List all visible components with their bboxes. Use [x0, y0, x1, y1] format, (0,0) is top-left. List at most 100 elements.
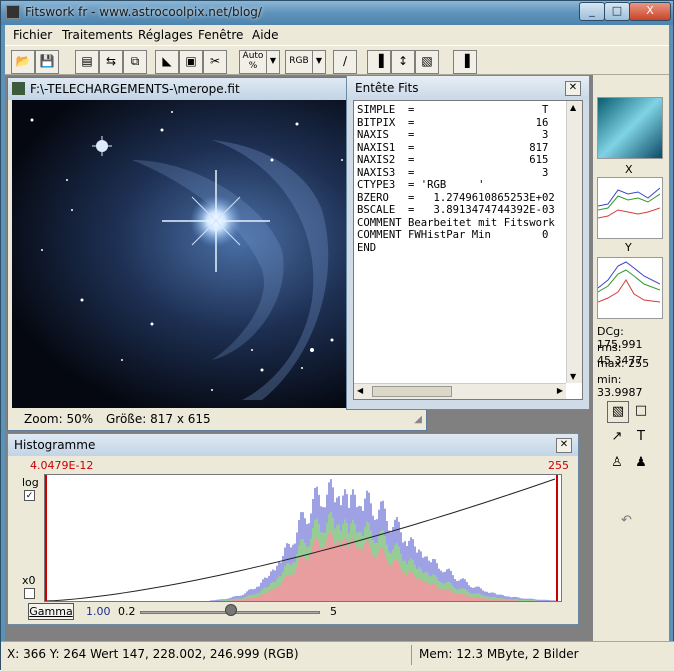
vertical-scrollbar[interactable]: ▲ ▼: [566, 101, 582, 383]
scroll-down-icon[interactable]: ▼: [570, 372, 576, 381]
cursor-readout: X: 366 Y: 264 Wert 147, 228.002, 246.999…: [7, 647, 299, 661]
max-value: max: 255: [597, 357, 650, 370]
image-window-icon: [12, 82, 25, 95]
scroll-up-icon[interactable]: ▲: [570, 103, 576, 112]
memory-readout: Mem: 12.3 MByte, 2 Bilder: [419, 647, 579, 661]
stamp2-tool-icon[interactable]: ♟: [631, 453, 651, 473]
gamma-button[interactable]: Gamma: [28, 603, 74, 620]
stamp-tool-icon[interactable]: ♙: [607, 453, 627, 473]
rgb-button[interactable]: RGB: [285, 50, 313, 74]
toolbar: 📂 💾 ▤ ⇆ ⧉ ◣ ▣ ✂ Auto % ▼ RGB ▼ ∕ ▐ ↕ ▧ ▐: [5, 45, 669, 75]
minimize-button[interactable]: _: [579, 2, 605, 21]
fits-header-line: NAXIS3 = 3: [357, 166, 549, 179]
log-label: log: [22, 476, 39, 489]
fits-header-line: END: [357, 241, 377, 254]
crop-icon[interactable]: ◣: [155, 50, 179, 74]
log-checkbox[interactable]: ✓: [24, 490, 35, 501]
fits-header-text[interactable]: SIMPLE = T BITPIX = 16 NAXIS = 3 NAXIS1 = 8…: [353, 100, 583, 400]
auto-percent-button[interactable]: Auto %: [239, 50, 267, 74]
fits-header-line: BSCALE = 3.8913474744392E-03: [357, 204, 555, 216]
histogram-titlebar[interactable]: Histogramme ✕: [8, 434, 578, 456]
image-icon[interactable]: ▧: [415, 50, 439, 74]
fits-header-line: BITPIX = 16: [357, 116, 549, 129]
image-size-label: Größe: 817 x 615: [106, 412, 211, 426]
fits-header-line: NAXIS1 = 817: [357, 141, 549, 154]
right-panel: X Y DCg: 175.991 rms: 45.3477 max: 255 m…: [593, 75, 669, 641]
menu-reglages[interactable]: Réglages: [138, 28, 193, 42]
zoom-label: Zoom: 50%: [24, 412, 94, 426]
image-window-title: F:\-TELECHARGEMENTS-\merope.fit: [30, 82, 240, 96]
y-profile-label: Y: [625, 241, 632, 254]
open-icon[interactable]: 📂: [11, 50, 35, 74]
fits-header-window: Entête Fits ✕ SIMPLE = T BITPIX = 16 NAXIS…: [346, 75, 590, 410]
gamma-slider-max: 5: [330, 605, 337, 618]
histogram-close-button[interactable]: ✕: [556, 438, 572, 453]
tool-palette: ▧ □ ↗ T ♙ ♟: [601, 401, 657, 481]
histogram-bars: [44, 475, 558, 602]
pipette-icon[interactable]: ∕: [333, 50, 357, 74]
fits-header-line: BZERO = 1.2749610865253E+02: [357, 191, 555, 204]
x0-label: x0: [22, 574, 36, 587]
maximize-button[interactable]: □: [604, 2, 630, 21]
rgb-dropdown-icon[interactable]: ▼: [312, 50, 326, 74]
fits-header-line: COMMENT Bearbeitet mit Fitswork: [357, 216, 555, 229]
cut-icon[interactable]: ✂: [203, 50, 227, 74]
paste-icon[interactable]: ▣: [179, 50, 203, 74]
levels-icon[interactable]: ↕: [391, 50, 415, 74]
min-value: min: 33.9987: [597, 373, 643, 399]
menu-traitements[interactable]: Traitements: [62, 28, 133, 42]
copy-icon[interactable]: ⧉: [123, 50, 147, 74]
histogram-max-value: 255: [548, 459, 569, 472]
menu-fenetre[interactable]: Fenêtre: [198, 28, 243, 42]
scroll-thumb[interactable]: [372, 386, 452, 397]
histogram-footer: Gamma 1.00 0.2 5: [8, 602, 578, 624]
gamma-slider-thumb[interactable]: [225, 604, 237, 616]
app-icon: [6, 5, 20, 19]
status-bar: X: 366 Y: 264 Wert 147, 228.002, 246.999…: [1, 641, 674, 671]
fits-header-line: SIMPLE = T: [357, 104, 549, 116]
main-window: Fitswork fr - www.astrocoolpix.net/blog/…: [0, 0, 674, 671]
histogram-window: Histogramme ✕ 4.0479E-12 255 log ✓ x0 Ga…: [7, 433, 579, 625]
gamma-value: 1.00: [86, 605, 111, 618]
rectangle-tool-icon[interactable]: □: [631, 401, 651, 421]
x-profile-curves: [597, 187, 661, 219]
y-profile-curves: [597, 261, 661, 303]
text-tool-icon[interactable]: T: [631, 427, 651, 447]
histogram-plot[interactable]: [44, 474, 562, 602]
scroll-right-icon[interactable]: ▶: [557, 386, 563, 395]
fits-header-titlebar[interactable]: Entête Fits ✕: [347, 76, 589, 100]
window-title: Fitswork fr - www.astrocoolpix.net/blog/: [25, 5, 262, 19]
fits-header-line: NAXIS2 = 615: [357, 154, 549, 166]
save-icon[interactable]: 💾: [35, 50, 59, 74]
close-button[interactable]: X: [629, 2, 671, 21]
scroll-left-icon[interactable]: ◀: [357, 386, 363, 395]
histogram-title: Histogramme: [14, 438, 96, 452]
histogram-icon[interactable]: ▐: [367, 50, 391, 74]
y-profile-chart: [597, 257, 663, 319]
x-profile-label: X: [625, 163, 633, 176]
fits-header-title: Entête Fits: [355, 81, 419, 95]
gamma-slider-min: 0.2: [118, 605, 136, 618]
resize-grip-icon[interactable]: ◢: [414, 414, 422, 425]
fits-header-line: COMMENT FWHistPar Min 0: [357, 229, 549, 241]
undo-icon[interactable]: ↶: [621, 513, 632, 528]
x-profile-chart: [597, 177, 663, 239]
image-tool-icon[interactable]: ▧: [607, 401, 629, 423]
stack-icon[interactable]: ▤: [75, 50, 99, 74]
menu-aide[interactable]: Aide: [252, 28, 279, 42]
preview-thumbnail[interactable]: [597, 97, 663, 159]
image-status-bar: Zoom: 50% Größe: 817 x 615 ◢: [8, 408, 426, 430]
x0-checkbox[interactable]: [24, 588, 35, 599]
fits-header-icon[interactable]: ▐: [453, 50, 477, 74]
title-bar[interactable]: Fitswork fr - www.astrocoolpix.net/blog/…: [1, 1, 673, 25]
menu-bar: Fichier Traitements Réglages Fenêtre Aid…: [5, 25, 669, 45]
status-divider: [411, 645, 412, 665]
histogram-min-value: 4.0479E-12: [30, 459, 94, 472]
fits-header-line: CTYPE3 = 'RGB ': [357, 179, 485, 191]
arrow-tool-icon[interactable]: ↗: [607, 427, 627, 447]
fits-header-close-button[interactable]: ✕: [565, 81, 581, 96]
align-icon[interactable]: ⇆: [99, 50, 123, 74]
horizontal-scrollbar[interactable]: ◀ ▶: [354, 383, 566, 399]
auto-dropdown-icon[interactable]: ▼: [266, 50, 280, 74]
menu-fichier[interactable]: Fichier: [13, 28, 52, 42]
